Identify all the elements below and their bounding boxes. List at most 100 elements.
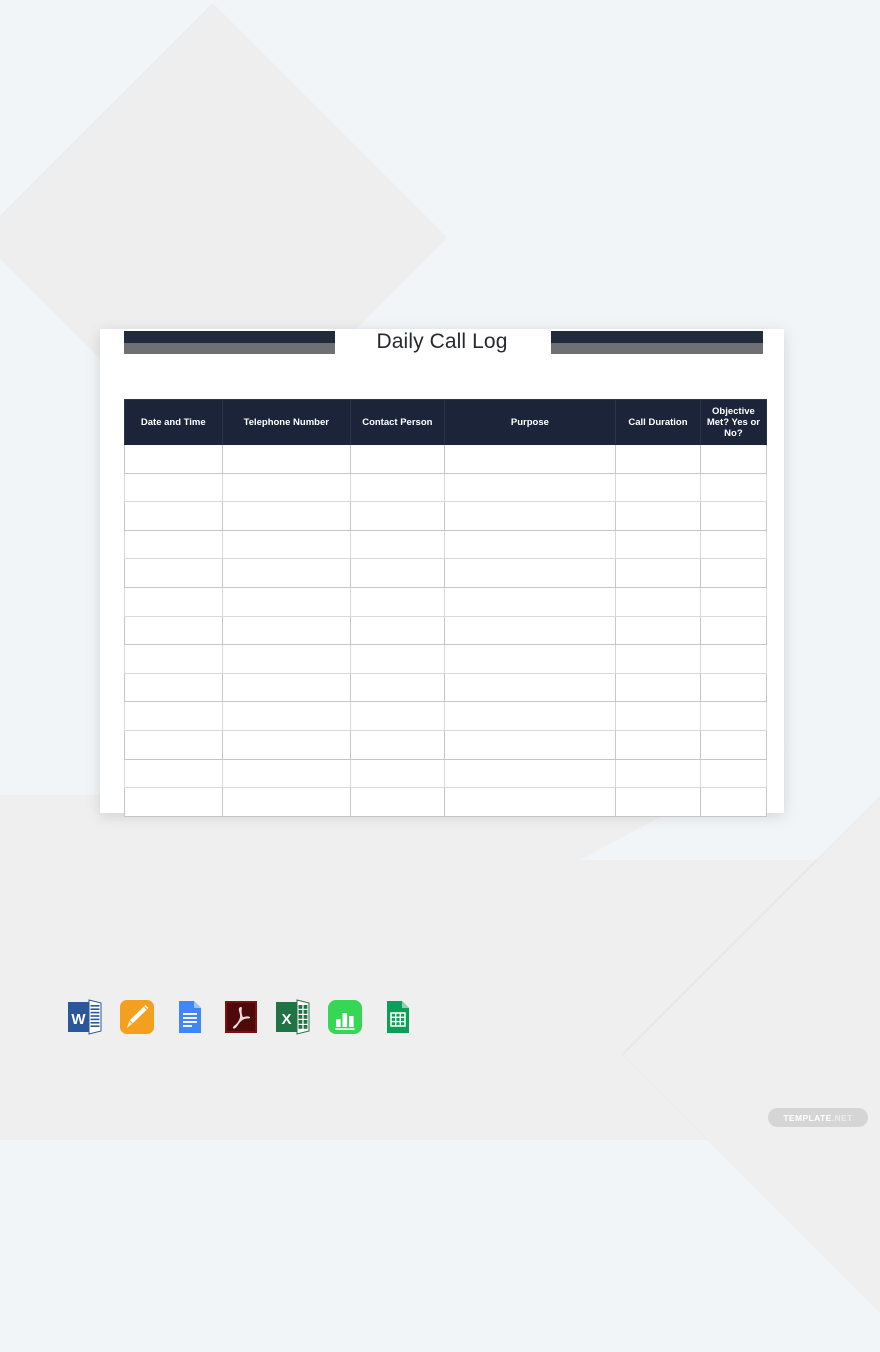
table-cell[interactable] — [443, 615, 617, 646]
table-cell[interactable] — [124, 729, 223, 760]
table-cell[interactable] — [699, 758, 768, 789]
table-cell[interactable] — [221, 644, 351, 674]
table-cell[interactable] — [615, 758, 701, 789]
table-cell[interactable] — [221, 501, 351, 531]
table-cell[interactable] — [124, 701, 223, 731]
table-cell[interactable] — [221, 472, 351, 503]
table-cell[interactable] — [615, 529, 701, 560]
table-cell[interactable] — [349, 558, 445, 588]
table-cell[interactable] — [615, 558, 701, 588]
table-cell[interactable] — [221, 529, 351, 560]
table-cell[interactable] — [124, 615, 223, 646]
table-row — [124, 444, 768, 474]
document-preview-card[interactable]: Daily Call Log Date and Time Telephone Nu… — [100, 329, 784, 817]
table-cell[interactable] — [443, 729, 617, 760]
table-cell[interactable] — [699, 787, 768, 817]
table-cell[interactable] — [699, 444, 768, 474]
column-header-date-and-time: Date and Time — [124, 399, 223, 445]
apple-numbers-icon[interactable] — [326, 998, 364, 1036]
table-cell[interactable] — [615, 615, 701, 646]
table-cell[interactable] — [349, 444, 445, 474]
google-sheets-icon[interactable] — [378, 998, 416, 1036]
table-cell[interactable] — [349, 501, 445, 531]
table-cell[interactable] — [221, 558, 351, 588]
table-cell[interactable] — [443, 529, 617, 560]
table-row — [124, 758, 768, 789]
table-cell[interactable] — [349, 787, 445, 817]
table-cell[interactable] — [124, 672, 223, 703]
table-cell[interactable] — [349, 644, 445, 674]
google-docs-icon[interactable] — [170, 998, 208, 1036]
table-cell[interactable] — [699, 501, 768, 531]
table-cell[interactable] — [615, 472, 701, 503]
table-cell[interactable] — [124, 472, 223, 503]
table-cell[interactable] — [221, 444, 351, 474]
table-cell[interactable] — [615, 501, 701, 531]
table-cell[interactable] — [615, 644, 701, 674]
table-cell[interactable] — [615, 729, 701, 760]
table-cell[interactable] — [699, 586, 768, 617]
table-cell[interactable] — [443, 758, 617, 789]
table-header-row: Date and Time Telephone Number Contact Per… — [124, 399, 768, 445]
table-cell[interactable] — [443, 558, 617, 588]
table-cell[interactable] — [349, 615, 445, 646]
table-cell[interactable] — [124, 787, 223, 817]
table-cell[interactable] — [124, 444, 223, 474]
call-log-table-container: Date and Time Telephone Number Contact Per… — [124, 399, 768, 817]
table-cell[interactable] — [221, 758, 351, 789]
table-cell[interactable] — [443, 586, 617, 617]
table-cell[interactable] — [699, 558, 768, 588]
table-cell[interactable] — [349, 586, 445, 617]
table-cell[interactable] — [699, 729, 768, 760]
table-cell[interactable] — [699, 615, 768, 646]
table-cell[interactable] — [443, 501, 617, 531]
table-row — [124, 472, 768, 503]
file-format-icon-strip: W X — [66, 998, 416, 1036]
table-cell[interactable] — [699, 529, 768, 560]
microsoft-excel-icon[interactable]: X — [274, 998, 312, 1036]
table-cell[interactable] — [349, 729, 445, 760]
table-cell[interactable] — [124, 558, 223, 588]
watermark-primary-text: TEMPLATE — [783, 1112, 832, 1123]
table-cell[interactable] — [349, 529, 445, 560]
table-cell[interactable] — [615, 787, 701, 817]
table-cell[interactable] — [349, 701, 445, 731]
table-cell[interactable] — [443, 787, 617, 817]
column-header-purpose: Purpose — [443, 399, 617, 445]
table-cell[interactable] — [699, 644, 768, 674]
table-cell[interactable] — [443, 644, 617, 674]
table-cell[interactable] — [124, 758, 223, 789]
table-cell[interactable] — [124, 586, 223, 617]
microsoft-word-icon[interactable]: W — [66, 998, 104, 1036]
table-cell[interactable] — [699, 672, 768, 703]
table-cell[interactable] — [699, 701, 768, 731]
table-row — [124, 529, 768, 560]
table-cell[interactable] — [124, 644, 223, 674]
table-cell[interactable] — [221, 586, 351, 617]
table-cell[interactable] — [349, 472, 445, 503]
table-cell[interactable] — [615, 444, 701, 474]
table-row — [124, 701, 768, 731]
table-cell[interactable] — [443, 472, 617, 503]
table-row — [124, 644, 768, 674]
table-cell[interactable] — [615, 586, 701, 617]
table-cell[interactable] — [443, 701, 617, 731]
table-cell[interactable] — [615, 701, 701, 731]
call-log-table-head: Date and Time Telephone Number Contact Per… — [124, 399, 768, 445]
table-cell[interactable] — [221, 615, 351, 646]
table-cell[interactable] — [221, 672, 351, 703]
table-cell[interactable] — [699, 472, 768, 503]
table-cell[interactable] — [443, 672, 617, 703]
table-cell[interactable] — [349, 672, 445, 703]
apple-pages-icon[interactable] — [118, 998, 156, 1036]
table-cell[interactable] — [221, 701, 351, 731]
table-cell[interactable] — [615, 672, 701, 703]
adobe-pdf-icon[interactable] — [222, 998, 260, 1036]
table-cell[interactable] — [443, 444, 617, 474]
table-cell[interactable] — [349, 758, 445, 789]
table-cell[interactable] — [124, 529, 223, 560]
table-cell[interactable] — [221, 787, 351, 817]
table-row — [124, 501, 768, 531]
table-cell[interactable] — [124, 501, 223, 531]
table-cell[interactable] — [221, 729, 351, 760]
